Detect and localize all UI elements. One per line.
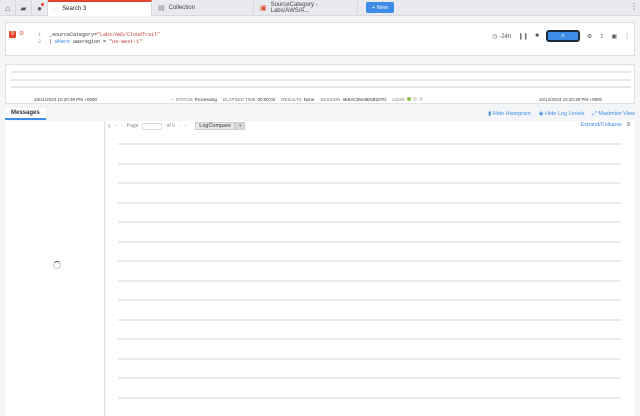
list-item <box>118 279 621 282</box>
status-bar: 10/11/2023 10:20:39 PM +0900 ◔ STATUS Pr… <box>34 94 602 104</box>
list-item <box>118 338 621 340</box>
stop-icon[interactable]: ■ <box>535 33 539 39</box>
load-indicator-dot <box>406 97 411 101</box>
expand-collapse[interactable]: Expand/Collapse ⚙ <box>580 122 631 128</box>
elapsed-item: ELAPSED TIME 00:00:02 <box>222 96 276 102</box>
search-button[interactable]: ⌕ <box>545 30 580 42</box>
list-item <box>118 201 621 204</box>
list-item <box>118 396 621 399</box>
status-item: ◔ STATUS Processing <box>170 96 217 102</box>
tab-source-category[interactable]: ▣ SourceCategory - Labs/AWS/A... <box>254 0 358 16</box>
maximize-view-link[interactable]: ⤢ Maximize View <box>592 111 635 118</box>
logcompare-button[interactable]: LogCompare <box>195 122 236 130</box>
settings-icon[interactable]: ⚙ <box>626 122 631 128</box>
load-indicator-dot <box>412 97 417 101</box>
search-icon: ⌕ <box>561 32 565 39</box>
field-browser <box>5 121 105 416</box>
list-item <box>118 162 621 165</box>
histogram-icon: ▮ <box>488 110 492 117</box>
search-tab-icon: ◌ <box>54 5 59 13</box>
histogram-placeholder-line <box>11 86 631 88</box>
notifications-icon[interactable]: ● <box>32 0 48 16</box>
histogram-placeholder-line <box>11 79 631 81</box>
hide-log-levels-link[interactable]: ◉ Hide Log Levels <box>539 111 585 118</box>
tab-collection[interactable]: ▤ Collection <box>152 0 254 16</box>
list-item <box>118 377 621 379</box>
processing-icon: ◔ <box>170 96 174 102</box>
save-icon[interactable]: ▣ <box>611 33 617 40</box>
list-item <box>118 299 621 301</box>
message-rows <box>118 143 621 416</box>
tab-label: Search 3 <box>62 6 87 12</box>
hide-histogram-link[interactable]: ▮ Hide Histogram <box>488 111 530 118</box>
folder-icon[interactable]: ▰ <box>16 0 32 16</box>
prev-page-icon[interactable]: ‹ <box>121 123 123 129</box>
page-count: of 0 <box>166 123 175 129</box>
tab-label: Collection <box>168 5 195 11</box>
pause-icon[interactable]: ❙❙ <box>518 33 528 40</box>
clock-icon: ◷ <box>492 33 498 40</box>
start-date: 10/11/2023 10:20:39 PM +0900 <box>34 96 97 102</box>
tab-search-3[interactable]: ◌ Search 3 <box>48 0 152 16</box>
first-page-icon[interactable]: « <box>114 123 117 129</box>
list-item <box>118 182 621 184</box>
new-tab-button[interactable]: + New <box>366 2 394 13</box>
more-options-icon[interactable]: ⋮ <box>624 33 630 40</box>
load-item: LOAD <box>392 97 423 102</box>
pagination: ‹ « ‹ Page of 0 › » LogCompare ▾ <box>108 121 246 131</box>
session-item: SESSION 4E8AC59A9E5B207D <box>320 96 387 102</box>
time-range-picker[interactable]: ◷ -24h <box>492 33 511 40</box>
maximize-icon: ⤢ <box>592 110 597 117</box>
results-item: RESULTS None <box>281 96 315 102</box>
last-page-icon[interactable]: » <box>185 123 188 129</box>
list-item <box>118 221 621 223</box>
list-item <box>118 357 621 360</box>
settings-icon[interactable]: ⚙ <box>587 33 592 40</box>
list-item <box>118 240 621 243</box>
page-input[interactable] <box>142 122 163 130</box>
collapse-panel-icon[interactable]: ‹ <box>108 123 110 130</box>
tab-bar: ⌂ ▰ ● ◌ Search 3 ▤ Collection ▣ SourceCa… <box>0 0 640 16</box>
tab-messages[interactable]: Messages <box>5 108 46 120</box>
ban-icon[interactable]: ⊘ <box>18 31 25 38</box>
chevron-down-icon[interactable]: ▾ <box>235 122 246 130</box>
end-date: 10/12/2023 10:20:39 PM +0900 <box>538 96 602 102</box>
loading-spinner-icon <box>53 261 61 269</box>
histogram-placeholder-line <box>11 71 631 73</box>
eye-icon: ◉ <box>538 110 544 117</box>
share-icon[interactable]: ⇪ <box>599 33 604 40</box>
collection-icon: ▤ <box>158 5 165 12</box>
dashboard-icon: ▣ <box>260 5 267 12</box>
load-indicator-dot <box>418 97 423 101</box>
list-item <box>118 318 621 321</box>
page-label: Page <box>126 123 139 129</box>
more-icon[interactable]: ⋮ <box>630 2 638 11</box>
list-item <box>118 143 621 145</box>
messages-toolbar: Messages ▮ Hide Histogram ◉ Hide Log Lev… <box>5 108 635 120</box>
messages-panel: ‹ « ‹ Page of 0 › » LogCompare ▾ Expand/… <box>106 121 635 416</box>
list-item <box>118 260 621 262</box>
next-page-icon[interactable]: › <box>179 123 181 129</box>
home-icon[interactable]: ⌂ <box>0 0 16 16</box>
query-line-2[interactable]: 2 | where awsregion = "us-west-1" <box>38 39 142 45</box>
query-editor[interactable]: ≡ ⊘ 1 _sourceCategory="Labs/AWS/CloudTrai… <box>5 22 635 56</box>
tab-label: SourceCategory - Labs/AWS/A... <box>270 2 318 14</box>
log-search-icon: ≡ <box>9 31 16 38</box>
query-line-1[interactable]: 1 _sourceCategory="Labs/AWS/CloudTrail" <box>38 32 160 38</box>
